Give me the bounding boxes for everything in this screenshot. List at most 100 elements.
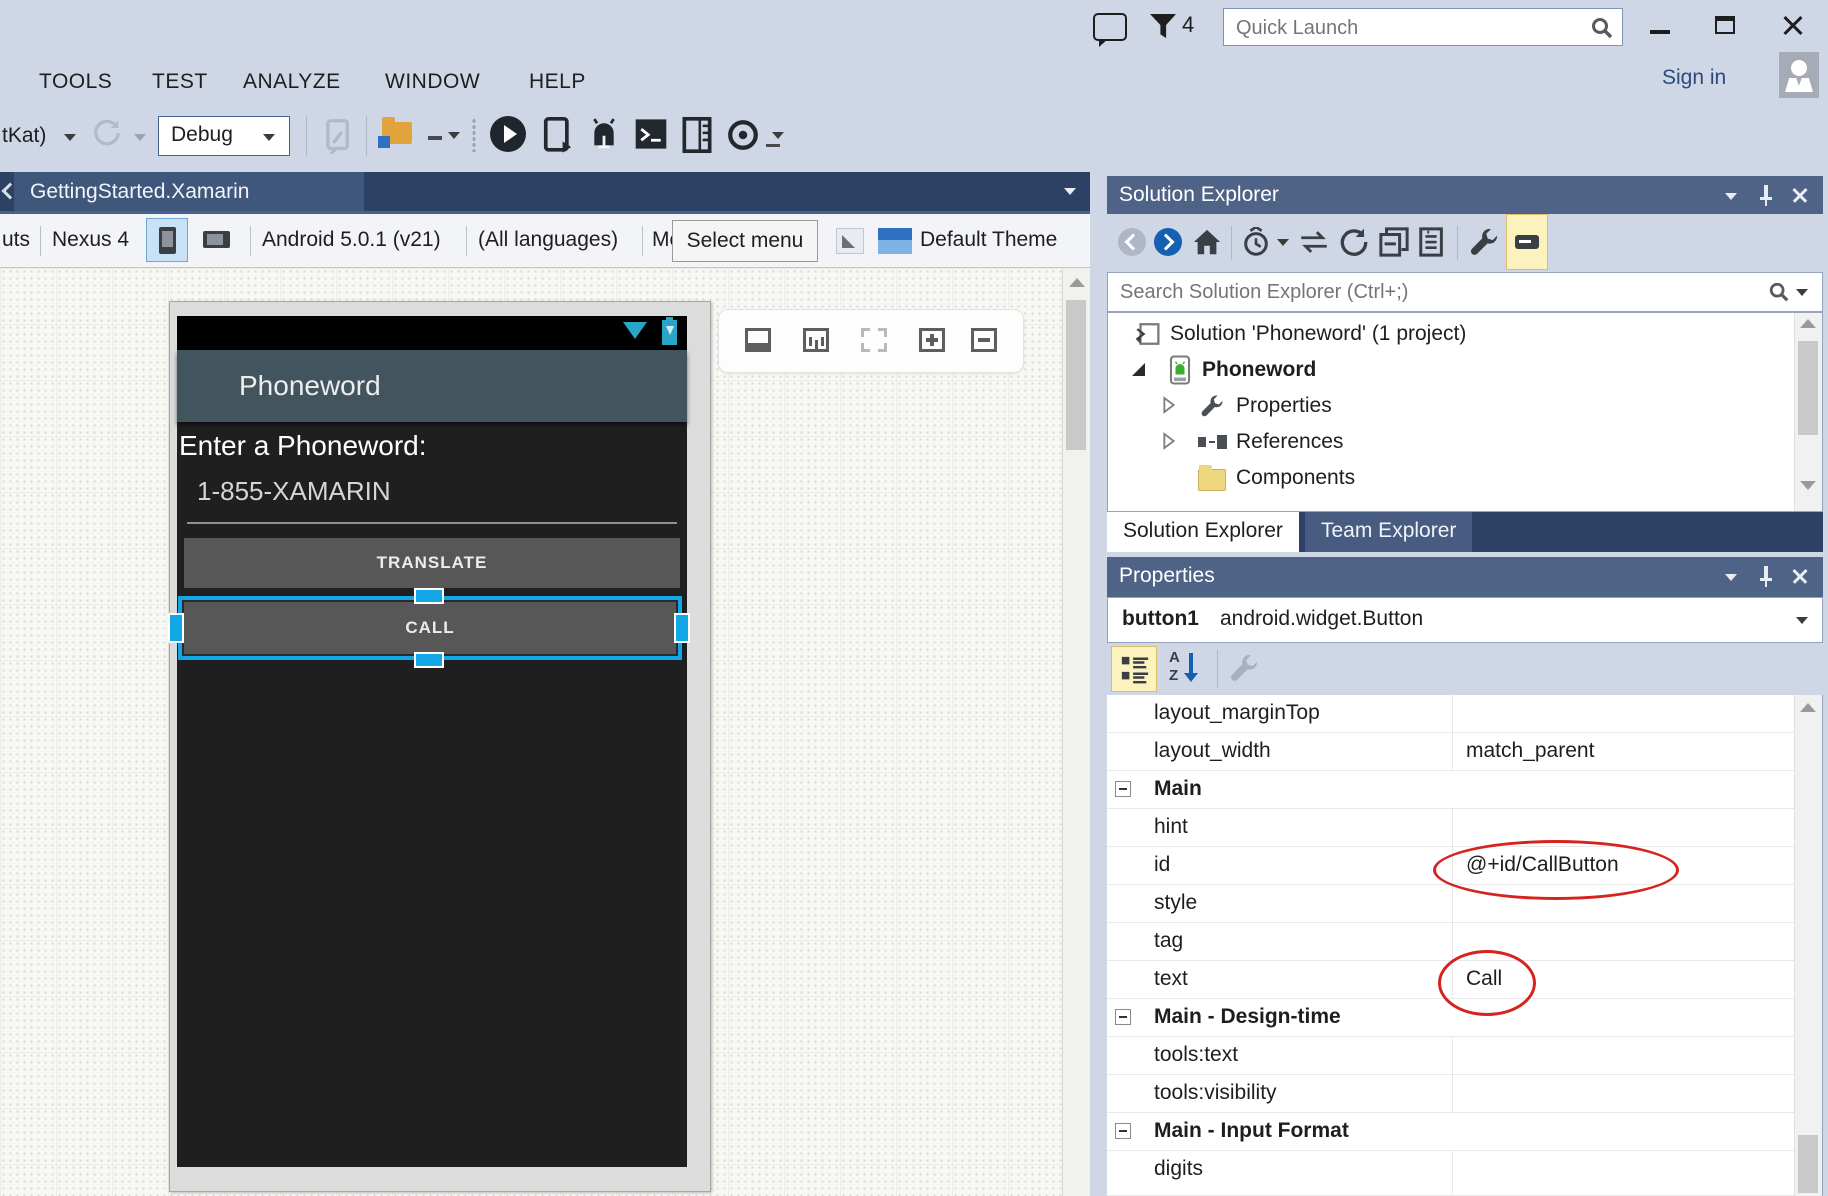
property-row-tools-visibility[interactable]: tools:visibility (1107, 1075, 1794, 1113)
dock-corner-button[interactable] (836, 228, 864, 254)
preview-selected-items-button[interactable] (1506, 214, 1548, 270)
solution-search-input[interactable] (1118, 278, 1722, 306)
close-panel-icon[interactable] (1791, 186, 1809, 204)
property-row-layout-marginTop[interactable]: layout_marginTop (1107, 695, 1794, 733)
tab-scroll-left-icon[interactable] (2, 184, 12, 198)
portrait-orientation-button[interactable] (146, 218, 188, 262)
navigate-back-icon[interactable] (1118, 228, 1146, 256)
property-row-tools-text[interactable]: tools:text (1107, 1037, 1794, 1075)
grid-scroll-thumb[interactable] (1798, 1135, 1818, 1193)
collapse-icon[interactable] (1115, 1123, 1131, 1139)
property-row-tag[interactable]: tag (1107, 923, 1794, 961)
property-pages-wrench-icon[interactable] (1229, 653, 1259, 683)
search-icon[interactable] (1590, 16, 1614, 40)
phoneword-label[interactable]: Enter a Phoneword: (179, 430, 427, 462)
pending-changes-filter-icon[interactable] (1241, 227, 1271, 257)
user-avatar[interactable] (1779, 52, 1819, 98)
select-menu-button[interactable]: Select menu (672, 220, 818, 262)
zoom-in-icon[interactable] (919, 328, 945, 352)
close-panel-icon[interactable] (1791, 567, 1809, 585)
expander-collapsed-icon[interactable] (1162, 432, 1176, 450)
refresh-dropdown-caret-icon[interactable] (134, 134, 146, 141)
menu-window[interactable]: WINDOW (385, 70, 480, 94)
pin-icon[interactable] (1759, 185, 1773, 205)
new-item-folder-icon[interactable] (382, 122, 412, 144)
property-grid-scrollbar[interactable] (1794, 695, 1822, 1196)
search-icon[interactable] (1768, 281, 1790, 303)
window-position-caret-icon[interactable] (1725, 574, 1737, 581)
collapse-icon[interactable] (1115, 1009, 1131, 1025)
fullscreen-icon[interactable] (861, 328, 887, 352)
close-button[interactable] (1774, 12, 1812, 42)
tab-team-explorer[interactable]: Team Explorer (1305, 512, 1472, 552)
run-button[interactable] (490, 116, 526, 152)
expander-collapsed-icon[interactable] (1162, 396, 1176, 414)
refresh-icon[interactable] (92, 118, 122, 148)
phoneword-input-value[interactable]: 1-855-XAMARIN (197, 476, 391, 507)
toolbar-overflow-dash-icon[interactable] (428, 136, 442, 140)
minimize-button[interactable] (1642, 12, 1680, 42)
tree-item-components[interactable]: Components (1110, 461, 1793, 497)
refresh-solution-icon[interactable] (1339, 227, 1369, 257)
object-selector[interactable]: button1 android.widget.Button (1107, 597, 1823, 643)
sign-in-link[interactable]: Sign in (1662, 66, 1726, 90)
device-dropdown-label[interactable]: tKat) (2, 124, 46, 148)
call-button-selection[interactable]: CALL (178, 596, 682, 660)
property-section-main[interactable]: Main (1107, 771, 1794, 809)
alternative-layouts-label-cut[interactable]: uts (2, 228, 30, 252)
language-selector[interactable]: (All languages) (478, 228, 618, 252)
selection-handle-left[interactable] (168, 613, 184, 643)
configuration-combobox[interactable]: Debug (158, 116, 290, 156)
android-version-selector[interactable]: Android 5.0.1 (v21) (262, 228, 441, 252)
console-window-icon[interactable] (634, 118, 668, 150)
android-emulator-icon[interactable] (586, 116, 622, 154)
design-view-icon[interactable] (745, 328, 771, 352)
property-row-style[interactable]: style (1107, 885, 1794, 923)
call-button[interactable]: CALL (184, 602, 676, 654)
toolbar-grip[interactable] (472, 118, 476, 152)
tree-item-references[interactable]: References (1110, 425, 1793, 461)
collapse-icon[interactable] (1115, 781, 1131, 797)
maximize-button[interactable] (1708, 12, 1746, 42)
categorized-view-button[interactable] (1111, 646, 1157, 692)
show-all-files-icon[interactable] (1417, 227, 1447, 257)
quick-launch-input[interactable] (1234, 13, 1568, 43)
tab-list-caret-icon[interactable] (1064, 188, 1076, 195)
toolbar-overflow-caret-icon[interactable] (448, 132, 460, 139)
property-row-layout-width[interactable]: layout_widthmatch_parent (1107, 733, 1794, 771)
tree-scroll-thumb[interactable] (1798, 341, 1818, 435)
zoom-out-icon[interactable] (971, 328, 997, 352)
pin-icon[interactable] (1759, 566, 1773, 586)
editor-vertical-scrollbar[interactable] (1062, 268, 1090, 1196)
search-options-caret-icon[interactable] (1796, 289, 1808, 296)
profiler-icon[interactable] (726, 118, 760, 152)
window-position-caret-icon[interactable] (1725, 193, 1737, 200)
feedback-icon[interactable] (1093, 13, 1127, 41)
toolbar-options-caret-icon[interactable] (772, 132, 784, 139)
menu-analyze[interactable]: ANALYZE (243, 70, 341, 94)
selection-handle-bottom[interactable] (414, 652, 444, 668)
alphabetical-sort-button[interactable]: A Z (1165, 649, 1209, 689)
collapse-all-icon[interactable] (1379, 227, 1409, 257)
tree-item-phoneword-project[interactable]: Phoneword (1110, 353, 1793, 389)
attach-process-icon[interactable] (322, 118, 356, 154)
solution-search-box[interactable] (1107, 272, 1823, 312)
menu-test[interactable]: TEST (152, 70, 208, 94)
property-row-hint[interactable]: hint (1107, 809, 1794, 847)
editor-scroll-thumb[interactable] (1066, 300, 1086, 450)
sync-with-active-document-icon[interactable] (1297, 229, 1331, 255)
scroll-down-icon[interactable] (1800, 481, 1816, 490)
home-icon[interactable] (1192, 227, 1222, 257)
property-row-digits[interactable]: digits (1107, 1151, 1794, 1196)
filter-caret-icon[interactable] (1277, 239, 1289, 246)
menu-help[interactable]: HELP (529, 70, 586, 94)
theme-selector[interactable]: Default Theme (920, 228, 1057, 252)
scroll-up-icon[interactable] (1800, 319, 1816, 328)
solution-explorer-header[interactable]: Solution Explorer (1107, 176, 1823, 216)
tab-gettingstarted-xamarin[interactable]: GettingStarted.Xamarin (14, 172, 364, 211)
tree-item-solution[interactable]: Solution 'Phoneword' (1 project) (1110, 317, 1793, 353)
device-layout-icon[interactable] (680, 116, 714, 154)
scroll-up-icon[interactable] (1800, 703, 1816, 712)
quick-launch-box[interactable] (1223, 8, 1623, 46)
tab-solution-explorer[interactable]: Solution Explorer (1107, 512, 1299, 552)
